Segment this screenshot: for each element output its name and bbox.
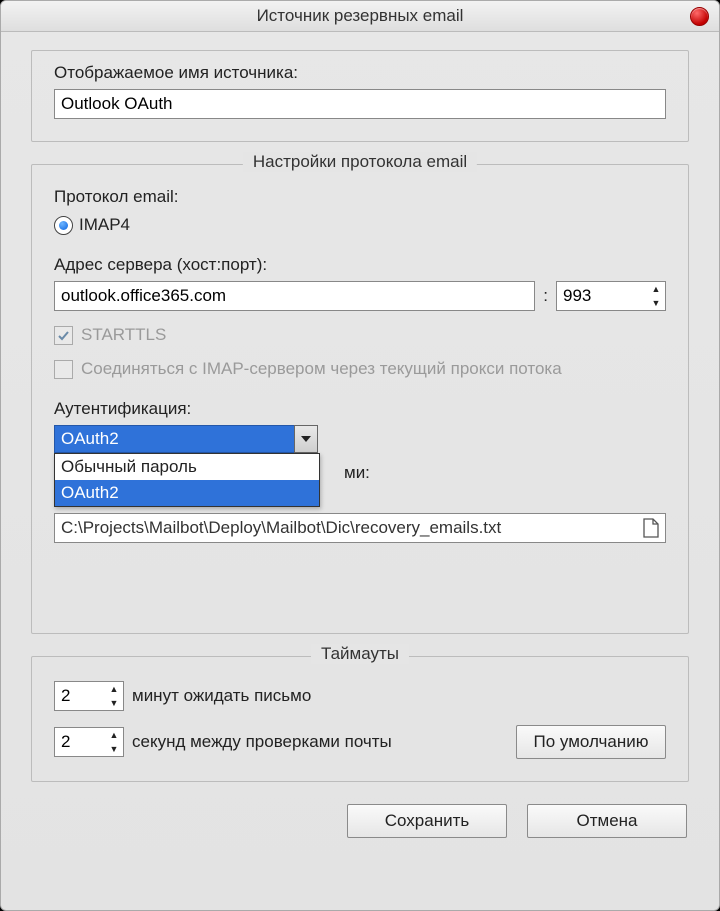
protocol-imap4-radio[interactable]: IMAP4 — [54, 215, 130, 235]
interval-label: секунд между проверками почты — [132, 732, 508, 752]
spin-down-icon[interactable]: ▼ — [105, 696, 123, 710]
auth-area: OAuth2 Обычный пароль OAuth2 ми: — [54, 425, 666, 543]
port-spin-buttons[interactable]: ▲ ▼ — [647, 282, 665, 310]
server-address-row: : ▲ ▼ — [54, 281, 666, 311]
radio-dot-icon — [54, 216, 73, 235]
spin-up-icon[interactable]: ▲ — [105, 682, 123, 696]
auth-combobox[interactable]: OAuth2 Обычный пароль OAuth2 — [54, 425, 318, 453]
source-name-label: Отображаемое имя источника: — [54, 63, 666, 83]
auth-dropdown-button[interactable] — [294, 425, 318, 453]
defaults-button-label: По умолчанию — [534, 732, 649, 752]
dialog-footer: Сохранить Отмена — [31, 804, 689, 838]
close-button[interactable] — [690, 7, 709, 26]
file-label-partial: ми: — [344, 463, 370, 483]
starttls-row: STARTTLS — [54, 325, 666, 345]
server-port-spinbox[interactable]: ▲ ▼ — [556, 281, 666, 311]
protocol-legend: Настройки протокола email — [243, 152, 477, 172]
wait-label: минут ожидать письмо — [132, 686, 311, 706]
auth-dropdown-popup: Обычный пароль OAuth2 — [54, 453, 320, 507]
source-name-group: Отображаемое имя источника: — [31, 50, 689, 142]
save-button[interactable]: Сохранить — [347, 804, 507, 838]
defaults-button[interactable]: По умолчанию — [516, 725, 666, 759]
browse-file-button[interactable] — [640, 517, 662, 539]
spin-up-icon[interactable]: ▲ — [105, 728, 123, 742]
cancel-button-label: Отмена — [577, 811, 638, 831]
spin-down-icon[interactable]: ▼ — [647, 296, 665, 310]
interval-spin-buttons[interactable]: ▲ ▼ — [105, 728, 123, 756]
auth-label: Аутентификация: — [54, 399, 666, 419]
server-host-input[interactable] — [54, 281, 535, 311]
timeouts-group: Таймауты ▲ ▼ минут ожидать письмо ▲ ▼ — [31, 656, 689, 782]
starttls-label: STARTTLS — [81, 325, 166, 345]
wait-minutes-spinbox[interactable]: ▲ ▼ — [54, 681, 124, 711]
proxy-checkbox[interactable] — [54, 360, 73, 379]
interval-row: ▲ ▼ секунд между проверками почты По умо… — [54, 725, 666, 759]
source-name-input[interactable] — [54, 89, 666, 119]
titlebar: Источник резервных email — [1, 1, 719, 32]
timeouts-legend: Таймауты — [311, 644, 409, 664]
window-title: Источник резервных email — [257, 6, 464, 26]
file-icon — [642, 518, 660, 538]
proxy-row: Соединяться с IMAP-сервером через текущи… — [54, 359, 666, 379]
protocol-label: Протокол email: — [54, 187, 666, 207]
interval-seconds-spinbox[interactable]: ▲ ▼ — [54, 727, 124, 757]
auth-option-oauth2[interactable]: OAuth2 — [55, 480, 319, 506]
check-icon — [57, 329, 70, 342]
recovery-file-input[interactable] — [54, 513, 666, 543]
protocol-settings-group: Настройки протокола email Протокол email… — [31, 164, 689, 634]
content-area: Отображаемое имя источника: Настройки пр… — [1, 32, 719, 858]
wait-spin-buttons[interactable]: ▲ ▼ — [105, 682, 123, 710]
starttls-checkbox[interactable] — [54, 326, 73, 345]
auth-option-plain[interactable]: Обычный пароль — [55, 454, 319, 480]
cancel-button[interactable]: Отмена — [527, 804, 687, 838]
save-button-label: Сохранить — [385, 811, 469, 831]
spin-down-icon[interactable]: ▼ — [105, 742, 123, 756]
wait-row: ▲ ▼ минут ожидать письмо — [54, 681, 666, 711]
auth-selected-value[interactable]: OAuth2 — [54, 425, 318, 453]
spin-up-icon[interactable]: ▲ — [647, 282, 665, 296]
server-address-label: Адрес сервера (хост:порт): — [54, 255, 666, 275]
proxy-label: Соединяться с IMAP-сервером через текущи… — [81, 359, 562, 379]
protocol-value-label: IMAP4 — [79, 215, 130, 235]
dialog-window: Источник резервных email Отображаемое им… — [0, 0, 720, 911]
host-port-separator: : — [543, 286, 548, 306]
